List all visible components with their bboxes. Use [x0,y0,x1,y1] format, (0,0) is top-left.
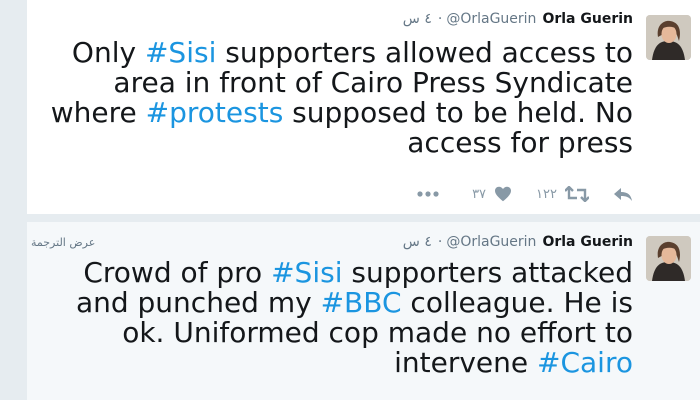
like-action[interactable]: ٣٧ [472,186,512,202]
hashtag-link[interactable]: #protests [146,96,284,129]
tweet-text-segment: and punched my [75,286,321,319]
separator-dot: · [437,11,443,27]
user-handle[interactable]: @OrlaGuerin [446,11,536,27]
tweet-text-segment: supporters attacked [342,256,633,289]
hashtag-link[interactable]: #BBC [321,286,402,319]
tweet-text-line: Only #Sisi supporters allowed access to [51,38,633,68]
tweet-text-line: access for press [51,128,633,158]
tweet-text: Crowd of pro #Sisi supporters attacked an… [76,258,633,378]
retweet-action[interactable]: ١٢٢ [536,186,589,202]
tweet-text-line: Crowd of pro #Sisi supporters attacked [76,258,633,288]
tweet-text-segment: access for press [407,126,633,159]
translate-link[interactable]: عرض الترجمة [31,236,95,249]
tweet-text-segment: Crowd of pro [83,256,272,289]
tweet-text-segment: where [50,96,146,129]
tweet-actions: ٣٧ ١٢٢ [416,186,633,202]
tweet-header: ٤ س · @OrlaGuerin Orla Guerin [403,234,633,250]
retweet-icon[interactable] [565,186,589,202]
user-fullname[interactable]: Orla Guerin [542,234,633,250]
tweet-text-segment: ok. Uniformed cop made no effort to [122,316,633,349]
tweet-text-line: area in front of Cairo Press Syndicate [51,68,633,98]
like-count: ٣٧ [472,186,487,202]
avatar[interactable] [646,236,691,281]
more-icon[interactable] [416,190,442,198]
tweet-text-segment: intervene [394,346,538,379]
avatar[interactable] [646,15,691,60]
tweet-text-line: intervene #Cairo [76,348,633,378]
tweet-text-segment: colleague. He is [401,286,633,319]
hashtag-link[interactable]: #Sisi [145,36,216,69]
tweet-text-segment: supposed to be held. No [283,96,633,129]
tweet-timestamp[interactable]: ٤ س [403,234,432,250]
tweet-text-line: where #protests supposed to be held. No [51,98,633,128]
tweet-text-line: ok. Uniformed cop made no effort to [76,318,633,348]
tweet-text-segment: Only [71,36,145,69]
heart-icon[interactable] [494,186,512,202]
hashtag-link[interactable]: #Sisi [271,256,342,289]
retweet-count: ١٢٢ [536,186,557,202]
tweet-text: Only #Sisi supporters allowed access to a… [51,38,633,158]
tweet-text-segment: supporters allowed access to [216,36,633,69]
reply-action[interactable] [613,186,633,202]
tweet-text-line: and punched my #BBC colleague. He is [76,288,633,318]
tweet-text-segment: area in front of Cairo Press Syndicate [113,66,633,99]
separator-dot: · [437,234,443,250]
tweet[interactable]: ٤ س · @OrlaGuerin Orla Guerin Only #Sisi… [27,0,700,214]
tweet-header: ٤ س · @OrlaGuerin Orla Guerin [403,11,633,27]
user-fullname[interactable]: Orla Guerin [542,11,633,27]
hashtag-link[interactable]: #Cairo [537,346,633,379]
user-handle[interactable]: @OrlaGuerin [446,234,536,250]
reply-icon[interactable] [613,186,633,202]
tweet[interactable]: عرض الترجمة ٤ س · @OrlaGuerin Orla Gueri… [27,222,700,400]
tweet-timestamp[interactable]: ٤ س [403,11,432,27]
